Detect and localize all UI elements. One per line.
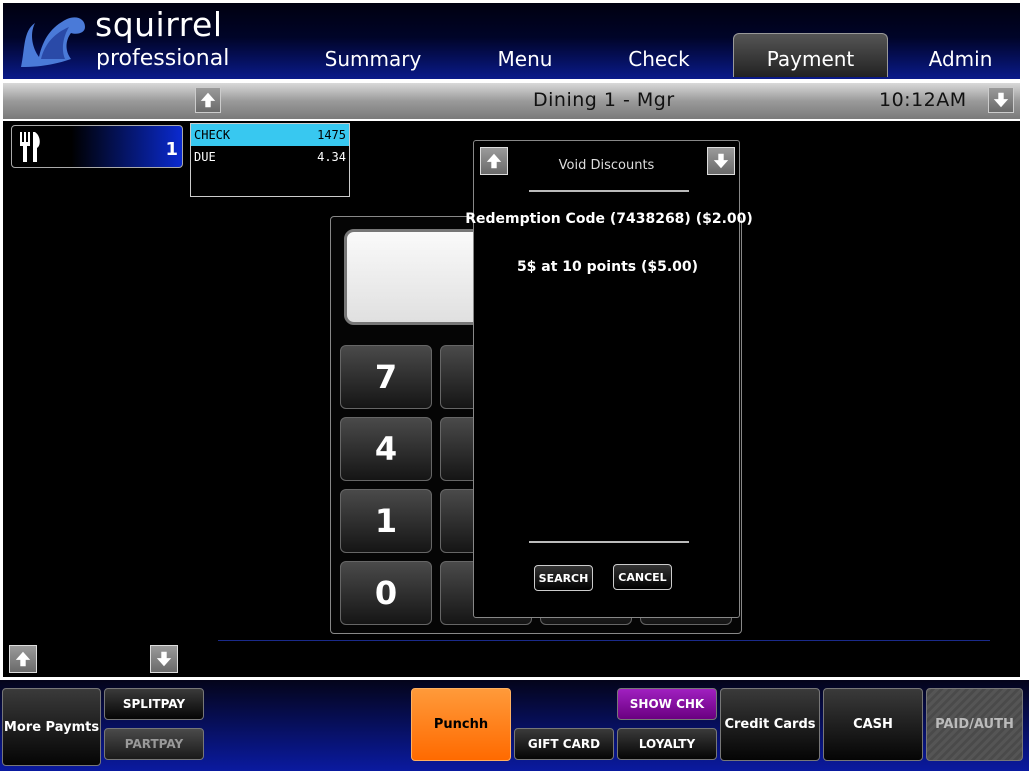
- seat-number: 1: [165, 139, 178, 160]
- squirrel-logo-icon: [21, 17, 85, 68]
- key-4[interactable]: 4: [340, 417, 432, 481]
- status-bar: Dining 1 - Mgr 10:12AM: [3, 83, 1020, 119]
- cancel-button[interactable]: CANCEL: [613, 564, 672, 590]
- check-summary: CHECK 1475 DUE 4.34: [190, 123, 350, 197]
- fork-knife-icon: [20, 132, 40, 162]
- arrow-down-icon: [993, 92, 1009, 108]
- brand-title: squirrel: [95, 5, 223, 44]
- key-1[interactable]: 1: [340, 489, 432, 553]
- tab-summary[interactable]: Summary: [313, 33, 433, 77]
- tab-menu[interactable]: Menu: [465, 33, 585, 77]
- tab-check[interactable]: Check: [599, 33, 719, 77]
- dialog-title: Void Discounts: [558, 158, 655, 173]
- seat-scroll-up-button[interactable]: [9, 645, 37, 673]
- dialog-scroll-down-button[interactable]: [707, 147, 735, 175]
- seat-button[interactable]: 1: [11, 125, 183, 168]
- void-discounts-dialog: Void Discounts Redemption Code (7438268)…: [465, 140, 753, 618]
- check-row[interactable]: CHECK 1475: [191, 124, 349, 146]
- show-check-button[interactable]: SHOW CHK: [617, 688, 717, 720]
- cash-button[interactable]: CASH: [823, 688, 923, 761]
- scroll-up-button[interactable]: [195, 87, 221, 113]
- due-amount: 4.34: [317, 150, 346, 164]
- paid-auth-button[interactable]: PAID/AUTH: [926, 688, 1023, 761]
- seat-scroll-down-button[interactable]: [150, 645, 178, 673]
- brand-subtitle: professional: [96, 46, 230, 71]
- discount-item[interactable]: 5$ at 10 points ($5.00): [474, 259, 741, 275]
- key-0[interactable]: 0: [340, 561, 432, 625]
- clock: 10:12AM: [879, 89, 967, 111]
- due-label: DUE: [194, 150, 216, 164]
- page-title: Dining 1 - Mgr: [533, 89, 675, 111]
- check-label: CHECK: [194, 128, 231, 142]
- scroll-down-button[interactable]: [988, 87, 1014, 113]
- discount-item[interactable]: Redemption Code (7438268) ($2.00): [464, 211, 754, 227]
- dialog-divider: [529, 190, 689, 192]
- due-row: DUE 4.34: [191, 146, 349, 168]
- arrow-down-icon: [713, 153, 729, 169]
- arrow-up-icon: [200, 92, 216, 108]
- dialog-divider: [529, 541, 689, 543]
- splitpay-button[interactable]: SPLITPAY: [104, 688, 204, 720]
- app-window: squirrel professional Summary Menu Check…: [0, 0, 1029, 771]
- punchh-button[interactable]: Punchh: [411, 688, 511, 761]
- header: squirrel professional Summary Menu Check…: [3, 3, 1020, 79]
- check-number: 1475: [317, 128, 346, 142]
- footer-toolbar: More Paymts SPLITPAY PARTPAY Punchh GIFT…: [0, 680, 1029, 771]
- arrow-up-icon: [15, 651, 31, 667]
- divider: [218, 640, 990, 641]
- key-7[interactable]: 7: [340, 345, 432, 409]
- partpay-button[interactable]: PARTPAY: [104, 728, 204, 760]
- search-button[interactable]: SEARCH: [534, 565, 593, 591]
- main-area: 1 CHECK 1475 DUE 4.34 7 4 1 0 Void Disco…: [3, 121, 1020, 677]
- loyalty-button[interactable]: LOYALTY: [617, 728, 717, 760]
- tab-payment[interactable]: Payment: [733, 33, 888, 77]
- credit-cards-button[interactable]: Credit Cards: [720, 688, 820, 761]
- gift-card-button[interactable]: GIFT CARD: [514, 728, 614, 760]
- more-payments-button[interactable]: More Paymts: [2, 688, 101, 766]
- tab-admin[interactable]: Admin: [903, 33, 1018, 77]
- arrow-down-icon: [156, 651, 172, 667]
